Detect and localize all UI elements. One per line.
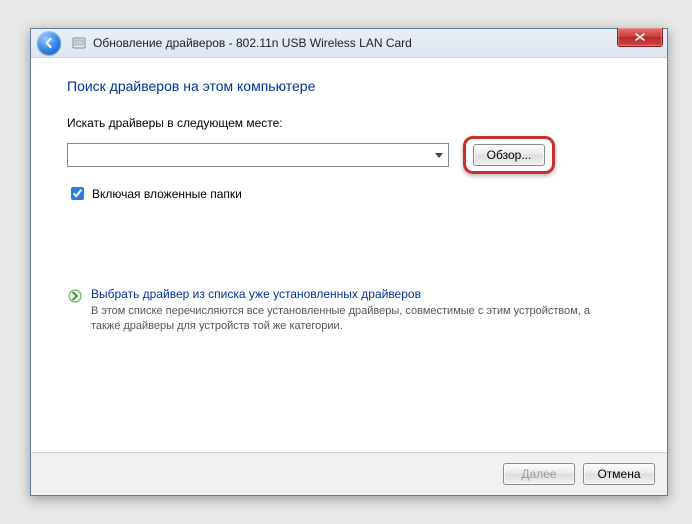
chevron-down-icon bbox=[435, 153, 443, 158]
pick-from-list-link[interactable]: Выбрать драйвер из списка уже установлен… bbox=[67, 287, 607, 334]
path-input[interactable] bbox=[68, 145, 430, 165]
link-description: В этом списке перечисляются все установл… bbox=[91, 304, 607, 334]
wizard-footer: Далее Отмена bbox=[31, 452, 667, 495]
cancel-button[interactable]: Отмена bbox=[583, 463, 655, 485]
path-field-label: Искать драйверы в следующем месте: bbox=[67, 116, 631, 130]
link-title: Выбрать драйвер из списка уже установлен… bbox=[91, 287, 607, 301]
dropdown-button[interactable] bbox=[430, 144, 448, 166]
page-heading: Поиск драйверов на этом компьютере bbox=[67, 78, 631, 94]
back-button[interactable] bbox=[37, 31, 61, 55]
link-text-block: Выбрать драйвер из списка уже установлен… bbox=[91, 287, 607, 334]
arrow-right-icon bbox=[67, 288, 83, 304]
include-subfolders-label: Включая вложенные папки bbox=[92, 187, 242, 201]
driver-update-wizard-window: Обновление драйверов - 802.11n USB Wirel… bbox=[30, 28, 668, 496]
path-combobox[interactable] bbox=[67, 143, 449, 167]
wizard-content: Поиск драйверов на этом компьютере Искат… bbox=[31, 58, 667, 452]
titlebar: Обновление драйверов - 802.11n USB Wirel… bbox=[31, 29, 667, 58]
browse-button[interactable]: Обзор... bbox=[473, 144, 545, 166]
include-subfolders-row[interactable]: Включая вложенные папки bbox=[67, 184, 631, 203]
browse-highlight: Обзор... bbox=[463, 136, 555, 174]
close-button[interactable] bbox=[617, 28, 663, 47]
window-title: Обновление драйверов - 802.11n USB Wirel… bbox=[93, 36, 412, 50]
path-row: Обзор... bbox=[67, 136, 631, 174]
device-icon bbox=[71, 35, 87, 51]
close-icon bbox=[635, 33, 645, 41]
include-subfolders-checkbox[interactable] bbox=[71, 187, 84, 200]
back-arrow-icon bbox=[43, 37, 55, 49]
next-button[interactable]: Далее bbox=[503, 463, 575, 485]
